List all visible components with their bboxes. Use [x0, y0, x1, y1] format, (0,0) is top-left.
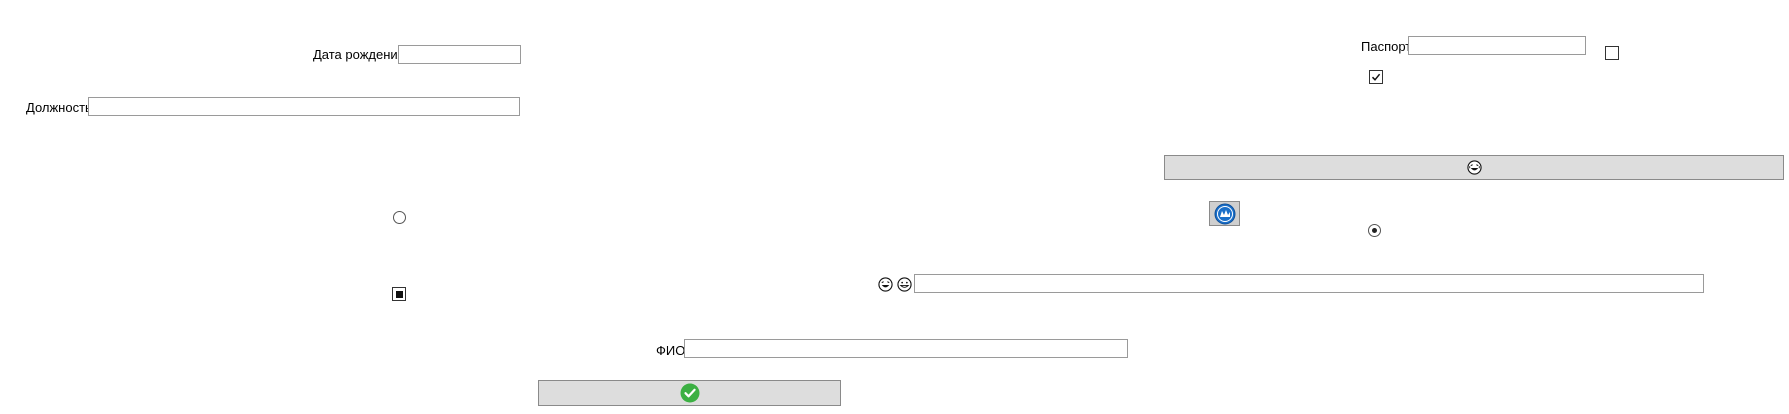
fio-label: ФИО: [656, 343, 686, 358]
position-input[interactable]: [88, 97, 520, 116]
filled-checkbox[interactable]: [392, 287, 406, 301]
checkmark-icon: [1371, 73, 1381, 81]
radio-selected-dot: [1372, 228, 1377, 233]
passport-input[interactable]: [1408, 36, 1586, 55]
wide-emoji-button[interactable]: [1164, 155, 1784, 180]
emoji-row-input[interactable]: [914, 274, 1704, 293]
passport-label: Паспорт: [1361, 39, 1412, 54]
laughing-face-icon: [878, 277, 893, 292]
fio-input[interactable]: [684, 339, 1128, 358]
top-right-checkbox[interactable]: [1605, 46, 1619, 60]
laughing-face-icon: [1466, 160, 1482, 175]
birth-date-input[interactable]: [398, 45, 521, 64]
checkmark-checkbox[interactable]: [1369, 70, 1383, 84]
birth-date-label: Дата рождения: [313, 47, 405, 62]
right-radio[interactable]: [1368, 224, 1381, 237]
grinning-face-icon: [897, 277, 912, 292]
blue-round-badge-icon: [1214, 203, 1235, 224]
position-label: Должность: [26, 100, 92, 115]
blue-badge-button[interactable]: [1209, 201, 1240, 226]
green-check-circle-icon: [680, 383, 699, 403]
checkbox-fill-mark: [395, 290, 403, 298]
confirm-button[interactable]: [538, 380, 841, 406]
left-radio[interactable]: [393, 211, 406, 224]
